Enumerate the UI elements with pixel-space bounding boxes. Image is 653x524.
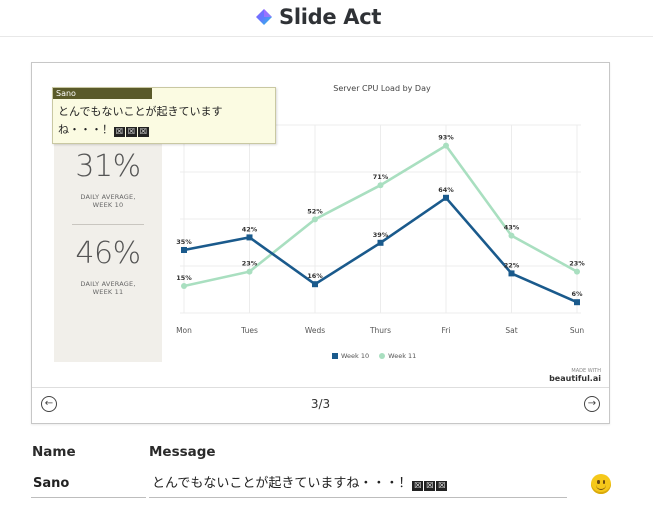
slide-viewer: 31% DAILY AVERAGE, WEEK 10 46% DAILY AVE… bbox=[31, 62, 610, 424]
data-label: 93% bbox=[438, 134, 454, 142]
data-label: 64% bbox=[438, 186, 454, 194]
legend-swatch-week10 bbox=[332, 353, 338, 359]
comment-text: とんでもないことが起きています ね・・・！ ☒ ☒ ☒ bbox=[58, 103, 270, 139]
data-point bbox=[246, 234, 253, 241]
emoji-picker-button[interactable] bbox=[591, 474, 611, 494]
data-label: 6% bbox=[571, 290, 583, 298]
legend-item-week11: Week 11 bbox=[379, 352, 416, 360]
smiley-mouth bbox=[596, 484, 606, 490]
x-tick-label: Sat bbox=[505, 326, 517, 335]
name-field[interactable]: Sano bbox=[31, 470, 146, 498]
data-label: 43% bbox=[504, 224, 520, 232]
data-point bbox=[377, 239, 384, 246]
box-glyph-icon: ☒ bbox=[114, 127, 125, 137]
message-column-header: Message bbox=[149, 444, 216, 460]
data-point bbox=[181, 247, 187, 253]
x-tick-label: Tues bbox=[240, 326, 258, 335]
x-tick-label: Thurs bbox=[369, 326, 391, 335]
comment-text-line1: とんでもないことが起きています bbox=[58, 105, 223, 118]
data-label: 71% bbox=[373, 173, 389, 181]
name-column-header: Name bbox=[32, 444, 76, 460]
data-label: 23% bbox=[242, 260, 258, 268]
arrow-right-circle-icon: → bbox=[587, 398, 597, 409]
next-slide-button[interactable]: → bbox=[584, 396, 600, 412]
comment-form: Name Message Sano とんでもないことが起きていますね・・・！ ☒ ☒… bbox=[31, 444, 621, 514]
brand-name: Slide Act bbox=[279, 5, 382, 29]
x-tick-label: Fri bbox=[442, 326, 451, 335]
data-label: 39% bbox=[373, 231, 389, 239]
box-glyph-icon: ☒ bbox=[412, 481, 424, 491]
data-point bbox=[312, 216, 318, 223]
page-indicator: 3/3 bbox=[310, 397, 331, 411]
data-label: 23% bbox=[569, 260, 585, 268]
data-point bbox=[574, 268, 580, 275]
chart-legend: Week 10 Week 11 bbox=[332, 352, 416, 360]
x-tick-label: Mon bbox=[176, 326, 192, 335]
data-point bbox=[443, 142, 449, 149]
data-label: 35% bbox=[176, 238, 192, 246]
legend-item-week10: Week 10 bbox=[332, 352, 369, 360]
brand: Slide Act bbox=[255, 2, 381, 32]
name-field-value: Sano bbox=[33, 476, 70, 491]
beautiful-ai-logo: beautiful.ai bbox=[549, 374, 601, 383]
x-tick-label: Sun bbox=[570, 326, 585, 335]
slide-navigation: ← 3/3 → bbox=[32, 388, 609, 423]
legend-label-week11: Week 11 bbox=[388, 352, 417, 360]
box-glyph-icon: ☒ bbox=[436, 481, 448, 491]
data-point bbox=[443, 194, 449, 201]
data-point bbox=[377, 182, 384, 189]
legend-swatch-week11 bbox=[379, 353, 386, 359]
data-point bbox=[508, 270, 515, 277]
box-glyph-icon: ☒ bbox=[424, 481, 436, 491]
comment-author: Sano bbox=[53, 88, 152, 99]
message-field[interactable]: とんでもないことが起きていますね・・・！ ☒ ☒ ☒ bbox=[149, 470, 567, 498]
data-label: 22% bbox=[504, 261, 520, 269]
diamond-logo-icon bbox=[256, 9, 272, 25]
data-point bbox=[508, 232, 515, 239]
x-tick-label: Weds bbox=[305, 326, 325, 335]
comment-text-line2: ね・・・！ bbox=[58, 123, 113, 136]
smiley-eye-right bbox=[602, 480, 605, 484]
legend-label-week10: Week 10 bbox=[341, 352, 370, 360]
data-label: 42% bbox=[242, 225, 258, 233]
data-label: 16% bbox=[307, 272, 323, 280]
data-point bbox=[312, 281, 318, 288]
comment-popup: Sano とんでもないことが起きています ね・・・！ ☒ ☒ ☒ bbox=[52, 87, 276, 144]
data-point bbox=[246, 268, 253, 275]
smiley-eye-left bbox=[597, 480, 600, 484]
data-label: 15% bbox=[176, 274, 192, 282]
box-glyph-icon: ☒ bbox=[126, 127, 137, 137]
data-label: 52% bbox=[307, 207, 323, 215]
data-point bbox=[574, 299, 580, 306]
message-field-value: とんでもないことが起きていますね・・・！ bbox=[152, 476, 412, 491]
slide-content: 31% DAILY AVERAGE, WEEK 10 46% DAILY AVE… bbox=[32, 63, 609, 388]
box-glyph-icon: ☒ bbox=[138, 127, 149, 137]
data-point bbox=[181, 283, 187, 289]
app-header: Slide Act bbox=[0, 0, 653, 37]
